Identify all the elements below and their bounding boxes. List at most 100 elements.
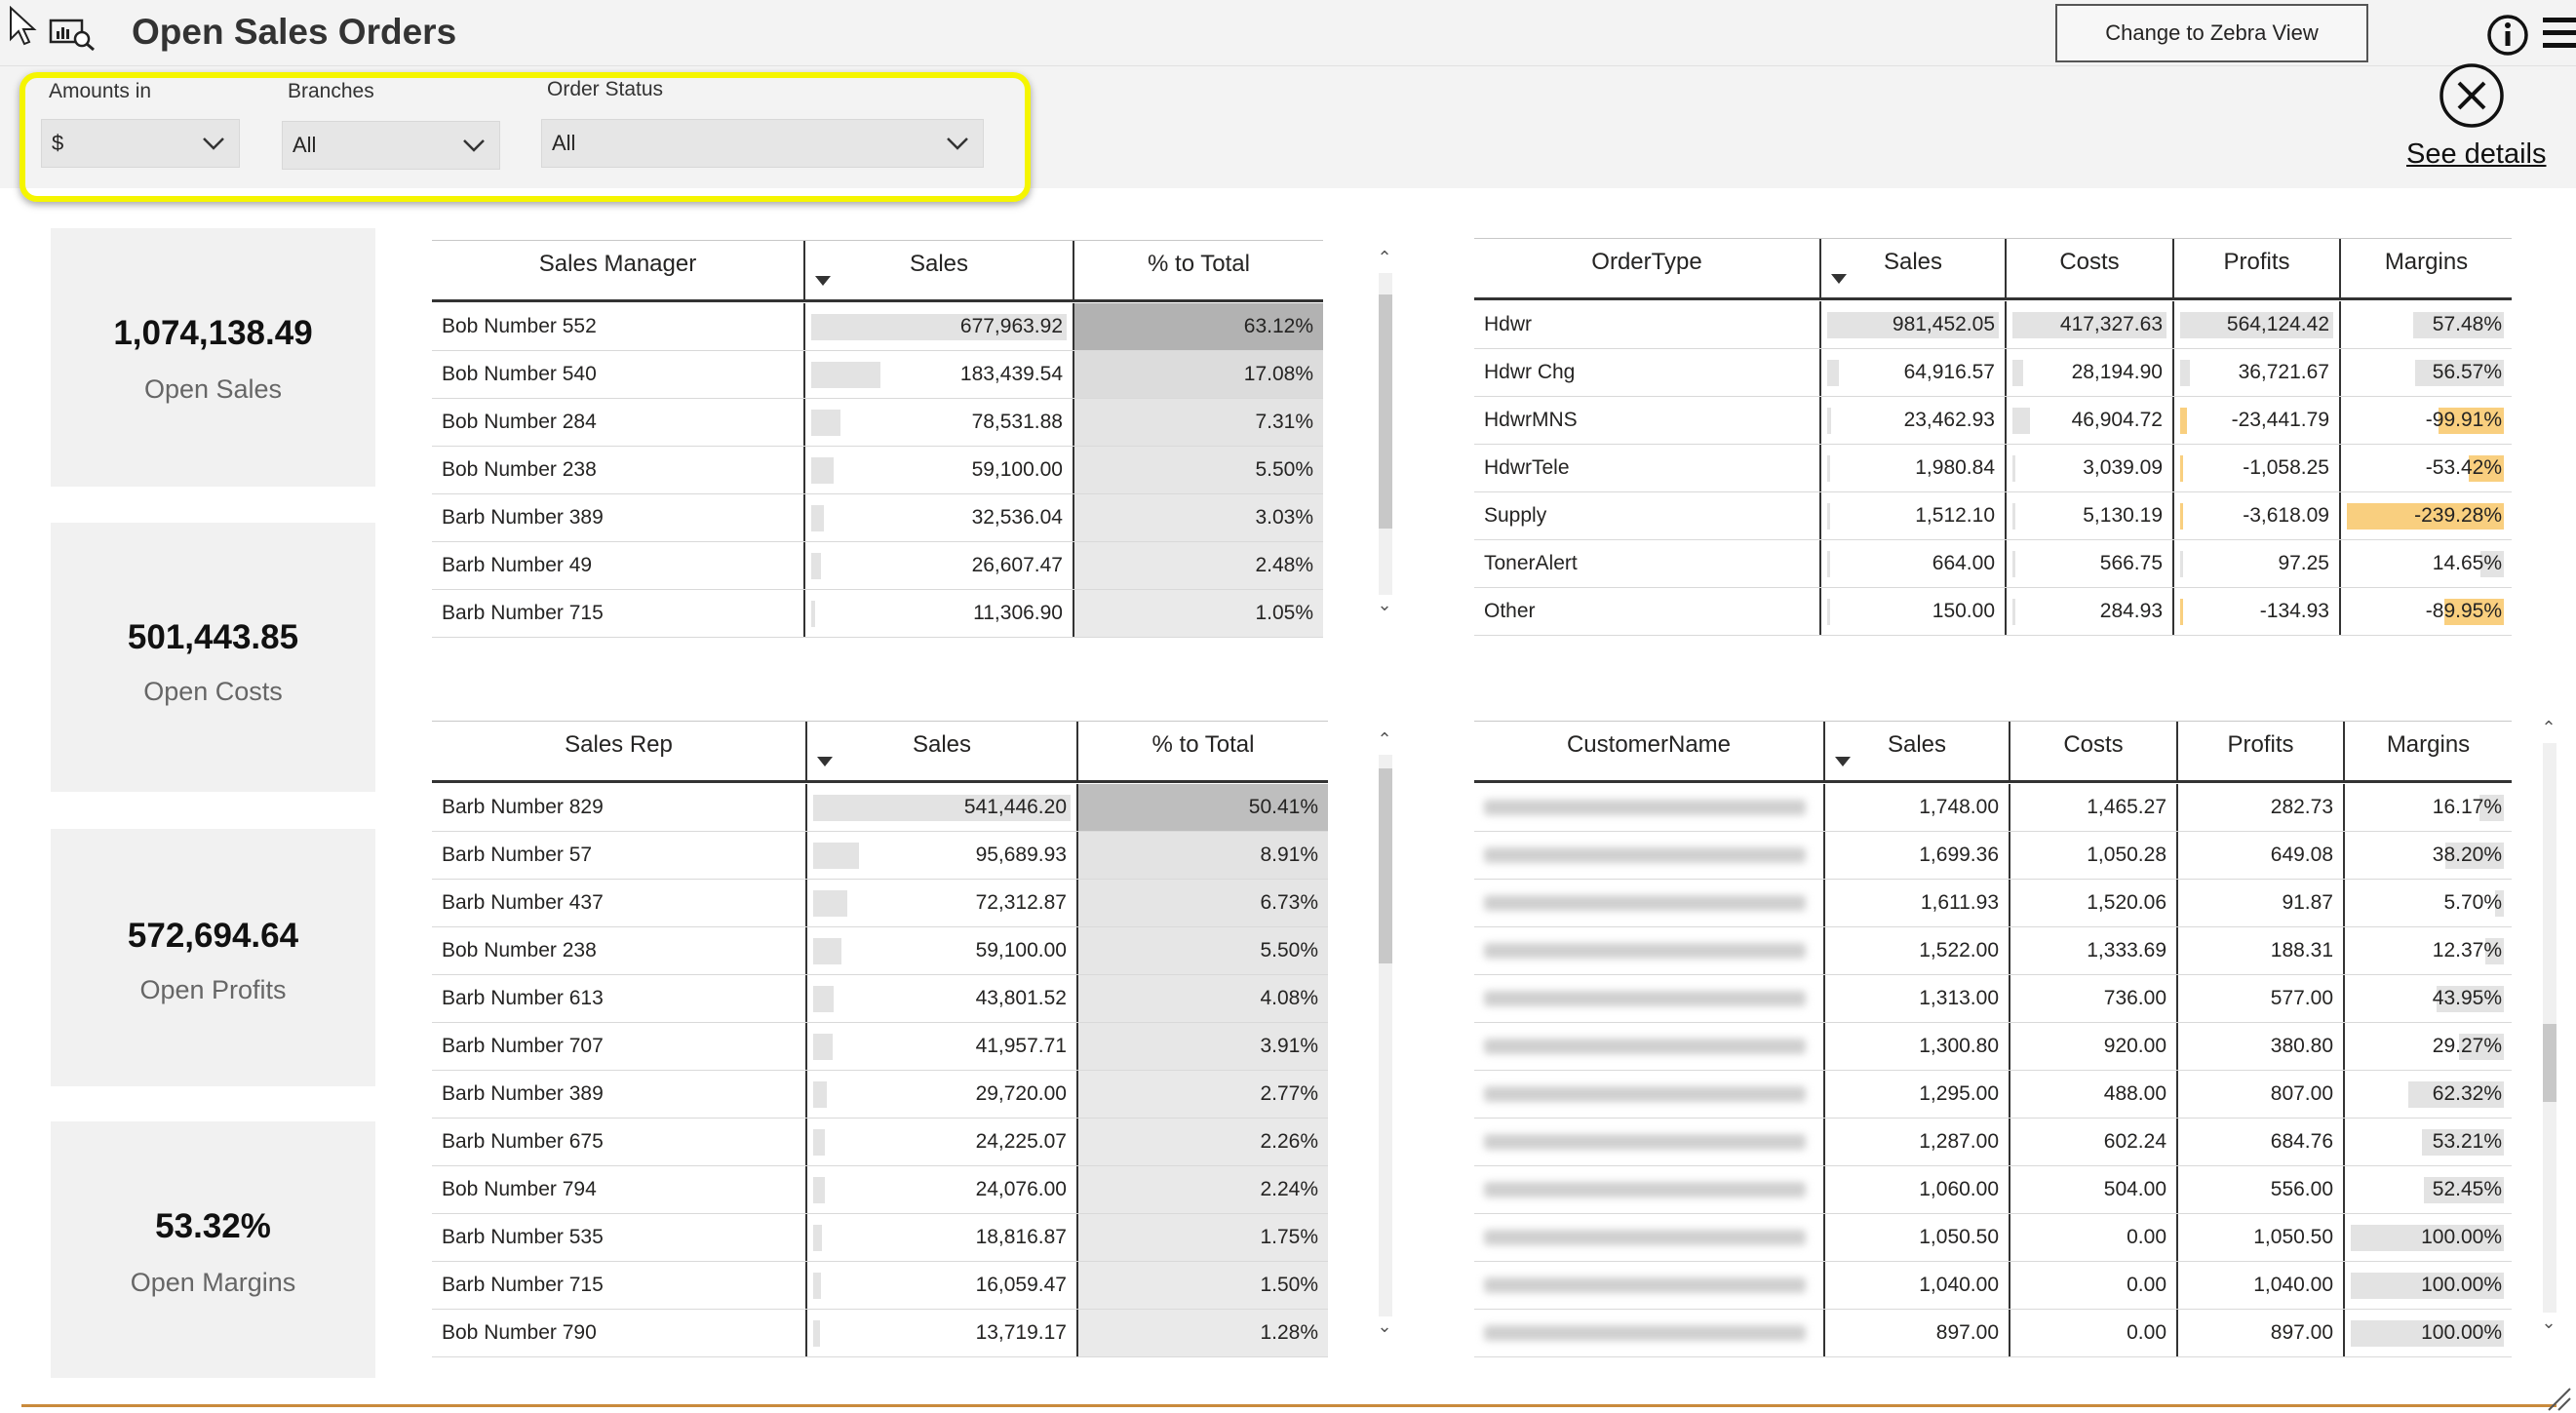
scroll-up-icon[interactable]: ⌃ bbox=[1375, 248, 1394, 268]
column-header-name[interactable]: OrderType bbox=[1474, 239, 1821, 298]
column-header-sales[interactable]: Sales bbox=[805, 241, 1074, 300]
hamburger-icon[interactable] bbox=[2539, 14, 2576, 53]
data-bar bbox=[813, 1081, 828, 1108]
table-row[interactable]: Barb Number 389 32,536.04 3.03% bbox=[432, 494, 1323, 542]
column-header-margins[interactable]: Margins bbox=[2345, 722, 2512, 781]
column-header-name[interactable]: Sales Rep bbox=[432, 722, 807, 781]
table-row[interactable]: Barb Number 437 72,312.87 6.73% bbox=[432, 880, 1328, 927]
report-icon[interactable] bbox=[49, 18, 96, 51]
data-bar bbox=[2012, 455, 2015, 482]
scroll-thumb[interactable] bbox=[2543, 1024, 2556, 1102]
cell-text: 43.95% bbox=[2432, 987, 2502, 1009]
table-row[interactable]: Barb Number 49 26,607.47 2.48% bbox=[432, 542, 1323, 590]
column-header-costs[interactable]: Costs bbox=[2007, 239, 2174, 298]
scroll-down-icon[interactable]: ⌄ bbox=[1375, 1316, 1394, 1337]
table-row[interactable]: 1,699.36 1,050.28 649.08 38.20% bbox=[1474, 832, 2512, 880]
table-row[interactable]: 1,295.00 488.00 807.00 62.32% bbox=[1474, 1071, 2512, 1119]
table-row[interactable]: Bob Number 540 183,439.54 17.08% bbox=[432, 351, 1323, 399]
amounts-in-dropdown[interactable]: $ bbox=[41, 119, 240, 168]
table-row[interactable]: 1,060.00 504.00 556.00 52.45% bbox=[1474, 1166, 2512, 1214]
info-icon[interactable] bbox=[2486, 14, 2529, 57]
table-row[interactable]: 1,287.00 602.24 684.76 53.21% bbox=[1474, 1119, 2512, 1166]
column-header-sales[interactable]: Sales bbox=[1821, 239, 2007, 298]
branches-label: Branches bbox=[288, 80, 374, 102]
table-row[interactable]: Barb Number 715 16,059.47 1.50% bbox=[432, 1262, 1328, 1310]
see-details-link[interactable]: See details bbox=[2406, 138, 2547, 171]
table-row[interactable]: 1,611.93 1,520.06 91.87 5.70% bbox=[1474, 880, 2512, 927]
cell-text: Bob Number 238 bbox=[442, 939, 597, 962]
table-row[interactable]: Barb Number 535 18,816.87 1.75% bbox=[432, 1214, 1328, 1262]
column-header-costs[interactable]: Costs bbox=[2010, 722, 2178, 781]
close-circle-icon[interactable] bbox=[2438, 61, 2506, 130]
cell-text: Hdwr bbox=[1484, 313, 1533, 335]
cell-pct: 5.50% bbox=[1074, 447, 1323, 493]
customer-scrollbar[interactable]: ⌃ ⌄ bbox=[2539, 718, 2558, 1342]
table-row[interactable]: 1,748.00 1,465.27 282.73 16.17% bbox=[1474, 784, 2512, 832]
scroll-down-icon[interactable]: ⌄ bbox=[2539, 1313, 2558, 1333]
column-header-profits[interactable]: Profits bbox=[2178, 722, 2345, 781]
cell-text bbox=[1484, 1230, 1806, 1245]
table-row[interactable]: Bob Number 284 78,531.88 7.31% bbox=[432, 399, 1323, 447]
scroll-down-icon[interactable]: ⌄ bbox=[1375, 595, 1394, 615]
sales-manager-scrollbar[interactable]: ⌃ ⌄ bbox=[1375, 248, 1394, 624]
sort-desc-icon[interactable] bbox=[1831, 274, 1847, 284]
table-row[interactable]: Bob Number 238 59,100.00 5.50% bbox=[432, 447, 1323, 494]
cell-text: 417,327.63 bbox=[2059, 313, 2163, 335]
table-row[interactable]: Barb Number 389 29,720.00 2.77% bbox=[432, 1071, 1328, 1119]
table-row[interactable]: Other 150.00 284.93 -134.93 -89.95% bbox=[1474, 588, 2512, 636]
sales-manager-table: Sales Manager Sales% to Total Bob Number 5… bbox=[432, 240, 1323, 651]
column-header-sales[interactable]: Sales bbox=[1825, 722, 2010, 781]
order-status-dropdown[interactable]: All bbox=[541, 119, 984, 168]
table-row[interactable]: Barb Number 57 95,689.93 8.91% bbox=[432, 832, 1328, 880]
table-row[interactable]: Barb Number 707 41,957.71 3.91% bbox=[432, 1023, 1328, 1071]
table-row[interactable]: Barb Number 675 24,225.07 2.26% bbox=[432, 1119, 1328, 1166]
table-row[interactable]: Bob Number 794 24,076.00 2.24% bbox=[432, 1166, 1328, 1214]
column-header-margins[interactable]: Margins bbox=[2341, 239, 2512, 298]
table-row[interactable]: Supply 1,512.10 5,130.19 -3,618.09 -239.28% bbox=[1474, 492, 2512, 540]
cell-sales: 13,719.17 bbox=[807, 1310, 1078, 1356]
cell-text: 50.41% bbox=[1248, 796, 1318, 818]
cell-text: 380.80 bbox=[2270, 1035, 2333, 1057]
column-header-pct[interactable]: % to Total bbox=[1078, 722, 1328, 781]
scroll-thumb[interactable] bbox=[1379, 768, 1392, 963]
table-row[interactable]: 1,300.80 920.00 380.80 29.27% bbox=[1474, 1023, 2512, 1071]
table-row[interactable]: HdwrMNS 23,462.93 46,904.72 -23,441.79 -99.9… bbox=[1474, 397, 2512, 445]
table-row[interactable]: Bob Number 552 677,963.92 63.12% bbox=[432, 303, 1323, 351]
column-header-cname[interactable]: CustomerName bbox=[1474, 722, 1825, 781]
sales-rep-scrollbar[interactable]: ⌃ ⌄ bbox=[1375, 729, 1394, 1346]
table-row[interactable]: Hdwr 981,452.05 417,327.63 564,124.42 57.48% bbox=[1474, 301, 2512, 349]
scroll-up-icon[interactable]: ⌃ bbox=[2539, 718, 2558, 738]
data-bar bbox=[2180, 551, 2183, 577]
scroll-thumb[interactable] bbox=[1379, 294, 1392, 529]
column-header-name[interactable]: Sales Manager bbox=[432, 241, 805, 300]
table-row[interactable]: Hdwr Chg 64,916.57 28,194.90 36,721.67 56.57… bbox=[1474, 349, 2512, 397]
sort-desc-icon[interactable] bbox=[1835, 757, 1851, 766]
change-to-zebra-view-button[interactable]: Change to Zebra View bbox=[2055, 4, 2368, 62]
scroll-up-icon[interactable]: ⌃ bbox=[1375, 729, 1394, 750]
table-row[interactable]: Barb Number 829 541,446.20 50.41% bbox=[432, 784, 1328, 832]
cell-text: 677,963.92 bbox=[959, 315, 1063, 337]
cell-profits: 807.00 bbox=[2178, 1071, 2345, 1118]
sort-desc-icon[interactable] bbox=[815, 276, 831, 286]
table-row[interactable]: Barb Number 613 43,801.52 4.08% bbox=[432, 975, 1328, 1023]
cell-pct: 2.26% bbox=[1078, 1119, 1328, 1165]
table-row[interactable]: 1,522.00 1,333.69 188.31 12.37% bbox=[1474, 927, 2512, 975]
cell-costs: 3,039.09 bbox=[2007, 445, 2174, 491]
table-row[interactable]: 1,040.00 0.00 1,040.00 100.00% bbox=[1474, 1262, 2512, 1310]
column-header-pct[interactable]: % to Total bbox=[1074, 241, 1323, 300]
table-row[interactable]: TonerAlert 664.00 566.75 97.25 14.65% bbox=[1474, 540, 2512, 588]
table-row[interactable]: 1,313.00 736.00 577.00 43.95% bbox=[1474, 975, 2512, 1023]
cell-name: Supply bbox=[1474, 492, 1821, 539]
sort-desc-icon[interactable] bbox=[817, 757, 833, 766]
column-header-sales[interactable]: Sales bbox=[807, 722, 1078, 781]
table-row[interactable]: Bob Number 238 59,100.00 5.50% bbox=[432, 927, 1328, 975]
table-row[interactable]: 897.00 0.00 897.00 100.00% bbox=[1474, 1310, 2512, 1357]
column-header-profits[interactable]: Profits bbox=[2174, 239, 2341, 298]
branches-dropdown[interactable]: All bbox=[282, 121, 500, 170]
table-row[interactable]: 1,050.50 0.00 1,050.50 100.00% bbox=[1474, 1214, 2512, 1262]
table-row[interactable]: HdwrTele 1,980.84 3,039.09 -1,058.25 -53.42% bbox=[1474, 445, 2512, 492]
cell-text: 0.00 bbox=[2127, 1274, 2166, 1296]
table-row[interactable]: Barb Number 715 11,306.90 1.05% bbox=[432, 590, 1323, 638]
table-row[interactable]: Bob Number 790 13,719.17 1.28% bbox=[432, 1310, 1328, 1357]
resize-grip-icon[interactable] bbox=[2543, 1383, 2572, 1412]
